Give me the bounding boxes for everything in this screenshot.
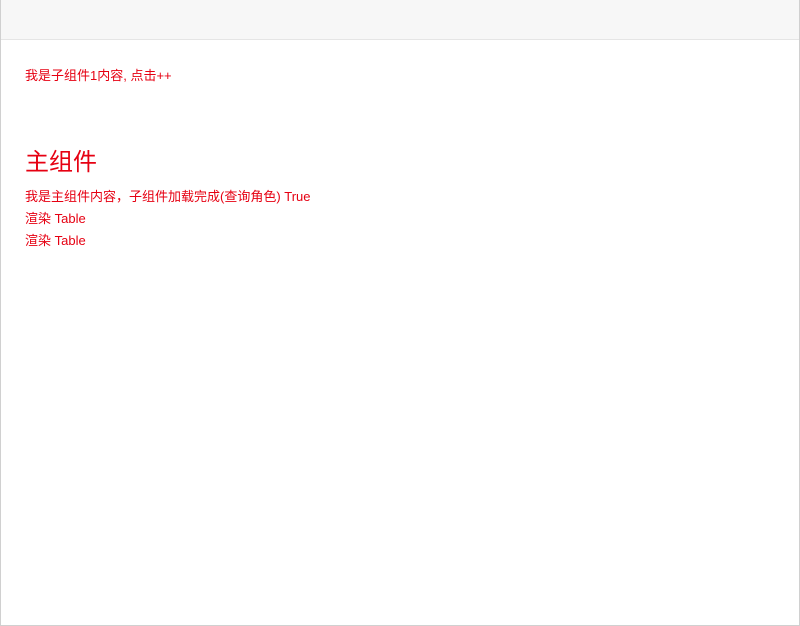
main-component-heading: 主组件 xyxy=(25,147,775,178)
top-bar xyxy=(1,0,799,40)
child-component-text[interactable]: 我是子组件1内容, 点击++ xyxy=(25,66,775,87)
content-area: 我是子组件1内容, 点击++ 主组件 我是主组件内容，子组件加载完成(查询角色)… xyxy=(1,40,799,272)
render-table-line-2: 渲染 Table xyxy=(25,230,775,252)
main-component-info: 我是主组件内容，子组件加载完成(查询角色) True xyxy=(25,186,775,208)
render-table-line-1: 渲染 Table xyxy=(25,208,775,230)
page-frame: 我是子组件1内容, 点击++ 主组件 我是主组件内容，子组件加载完成(查询角色)… xyxy=(0,0,800,626)
